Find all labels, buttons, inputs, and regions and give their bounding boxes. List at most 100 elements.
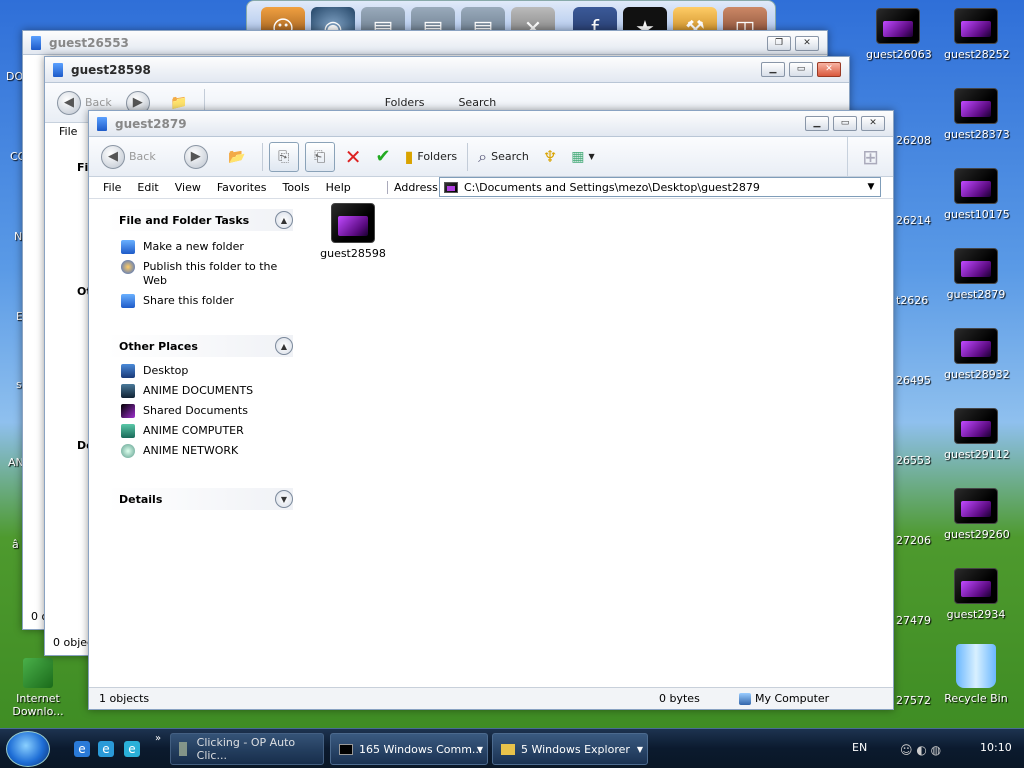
menubar: File Edit View Favorites Tools Help Addr… — [89, 177, 893, 199]
desktop-folder-partial[interactable]: 26214 — [896, 214, 931, 227]
taskbar-button[interactable]: 5 Windows Explorer ▼ — [492, 733, 648, 765]
window-titlebar[interactable]: guest28598 ▁ ▭ ✕ — [45, 57, 849, 83]
menu-tools[interactable]: Tools — [275, 181, 318, 194]
menu-file[interactable]: File — [59, 125, 77, 138]
window-titlebar[interactable]: guest26553 ❐ ✕ — [23, 31, 827, 55]
desktop-folder-partial[interactable]: 26208 — [896, 134, 931, 147]
search-label: Search — [491, 150, 529, 163]
copy-to-button[interactable]: ⎗ — [304, 141, 335, 172]
desktop-folder-icon[interactable]: guest28252 — [944, 8, 1010, 61]
ie-icon[interactable]: e — [74, 741, 90, 757]
internet-download-icon[interactable]: Internet Downlo... — [6, 658, 70, 718]
messenger-icon[interactable]: e — [124, 741, 140, 757]
desktop-folder-partial[interactable]: t2626 — [896, 294, 928, 307]
desktop-folder-icon[interactable]: guest29112 — [944, 408, 1010, 461]
menu-edit[interactable]: Edit — [129, 181, 166, 194]
search-button[interactable]: ⌕ Search — [474, 142, 533, 172]
folders-icon: ▮ — [404, 147, 414, 166]
menu-view[interactable]: View — [167, 181, 209, 194]
statusbar: 1 objects 0 bytes My Computer — [89, 687, 893, 709]
ie-icon[interactable]: e — [98, 741, 114, 757]
taskbar-button[interactable]: Clicking - OP Auto Clic... — [170, 733, 324, 765]
taskbar-button-label: Clicking - OP Auto Clic... — [196, 736, 296, 762]
close-button[interactable]: ✕ — [861, 116, 885, 131]
place-desktop[interactable]: Desktop — [107, 361, 293, 381]
place-shared-documents[interactable]: Shared Documents — [107, 401, 293, 421]
window-titlebar[interactable]: guest2879 ▁ ▭ ✕ — [89, 111, 893, 137]
task-publish-web[interactable]: Publish this folder to the Web — [107, 257, 293, 291]
menu-favorites[interactable]: Favorites — [209, 181, 275, 194]
desktop-folder-label: guest28252 — [944, 48, 1010, 61]
minimize-button[interactable]: ▁ — [805, 116, 829, 131]
desktop-folder-label: guest26063 — [866, 48, 932, 61]
desktop-folder-icon[interactable]: guest10175 — [944, 168, 1010, 221]
close-button[interactable]: ✕ — [817, 62, 841, 77]
address-value: C:\Documents and Settings\mezo\Desktop\g… — [464, 180, 760, 194]
taskbar-button[interactable]: 165 Windows Comm... ▼ — [330, 733, 488, 765]
panel-header-label: Details — [119, 492, 163, 506]
properties-button[interactable]: ✔ — [371, 142, 394, 172]
status-location-label: My Computer — [755, 692, 830, 705]
task-make-folder[interactable]: Make a new folder — [107, 237, 293, 257]
desktop-folder-partial[interactable]: 27572 — [896, 694, 931, 707]
place-network[interactable]: ANIME NETWORK — [107, 441, 293, 461]
menu-file[interactable]: File — [95, 181, 129, 194]
collapse-chevron-icon[interactable]: ▲ — [275, 211, 293, 229]
content-folder-item[interactable]: guest28598 — [315, 203, 391, 260]
delete-button[interactable]: ✕ — [341, 142, 366, 172]
sync-button[interactable]: ♆ — [539, 142, 561, 172]
views-button[interactable]: ▦ ▼ — [567, 142, 598, 172]
recycle-bin-icon[interactable]: Recycle Bin — [944, 644, 1008, 705]
back-arrow-icon: ◀ — [101, 144, 125, 169]
desktop-folder-label: guest28932 — [944, 368, 1010, 381]
chevron-down-icon[interactable]: ▼ — [864, 180, 878, 194]
shared-folder-icon — [121, 404, 135, 418]
tray-icons[interactable]: ☺ ◐ ◍ — [900, 743, 941, 757]
desktop-folder-icon[interactable]: guest28373 — [944, 88, 1010, 141]
back-label: Back — [129, 150, 156, 163]
divider — [261, 142, 263, 171]
desktop-folder-partial[interactable]: 26553 — [896, 454, 931, 467]
start-button[interactable] — [6, 731, 50, 767]
restore-button[interactable]: ❐ — [767, 36, 791, 51]
panel-header[interactable]: File and Folder Tasks ▲ — [107, 209, 293, 231]
desktop-folder-icon[interactable]: guest29260 — [944, 488, 1010, 541]
desktop-partial-label[interactable]: â — [12, 538, 19, 551]
up-folder-button[interactable]: 📂 — [218, 142, 256, 172]
explorer-window[interactable]: guest2879 ▁ ▭ ✕ ◀ Back ▶ 📂 ⎘ ⎗ ✕ ✔ ▮ Folde… — [88, 110, 894, 710]
address-bar[interactable]: C:\Documents and Settings\mezo\Desktop\g… — [439, 177, 881, 197]
desktop-folder-partial[interactable]: 27206 — [896, 534, 931, 547]
maximize-button[interactable]: ▭ — [789, 62, 813, 77]
menu-help[interactable]: Help — [318, 181, 359, 194]
desktop-folder-partial[interactable]: 27479 — [896, 614, 931, 627]
place-computer[interactable]: ANIME COMPUTER — [107, 421, 293, 441]
desktop-folder-partial[interactable]: 26495 — [896, 374, 931, 387]
views-icon: ▦ — [571, 148, 585, 165]
task-share-folder[interactable]: Share this folder — [107, 291, 293, 311]
place-label: ANIME COMPUTER — [143, 424, 244, 437]
minimize-button[interactable]: ▁ — [761, 62, 785, 77]
collapse-chevron-icon[interactable]: ▲ — [275, 337, 293, 355]
desktop-folder-icon[interactable]: guest26063 — [866, 8, 932, 61]
back-button[interactable]: ◀ Back — [97, 142, 160, 172]
move-to-button[interactable]: ⎘ — [268, 141, 299, 172]
maximize-button[interactable]: ▭ — [833, 116, 857, 131]
place-documents[interactable]: ANIME DOCUMENTS — [107, 381, 293, 401]
place-label: Desktop — [143, 364, 189, 377]
chevron-right-icon[interactable]: » — [150, 731, 166, 747]
close-button[interactable]: ✕ — [795, 36, 819, 51]
forward-button[interactable]: ▶ — [180, 142, 212, 172]
desktop-folder-icon[interactable]: guest28932 — [944, 328, 1010, 381]
language-indicator[interactable]: EN — [852, 741, 867, 754]
clock[interactable]: 10:10 — [980, 741, 1012, 754]
folders-button[interactable]: ▮ Folders — [401, 142, 462, 172]
folder-icon — [53, 62, 63, 77]
desktop-folder-icon[interactable]: guest2879 — [944, 248, 1008, 301]
panel-header[interactable]: Details ▼ — [107, 488, 293, 510]
desktop-partial-label[interactable]: DO — [6, 70, 23, 83]
desktop-partial-label[interactable]: s — [16, 378, 22, 391]
desktop-folder-icon[interactable]: guest2934 — [944, 568, 1008, 621]
expand-chevron-icon[interactable]: ▼ — [275, 490, 293, 508]
panel-header[interactable]: Other Places ▲ — [107, 335, 293, 357]
desktop-partial-label[interactable]: N — [14, 230, 22, 243]
